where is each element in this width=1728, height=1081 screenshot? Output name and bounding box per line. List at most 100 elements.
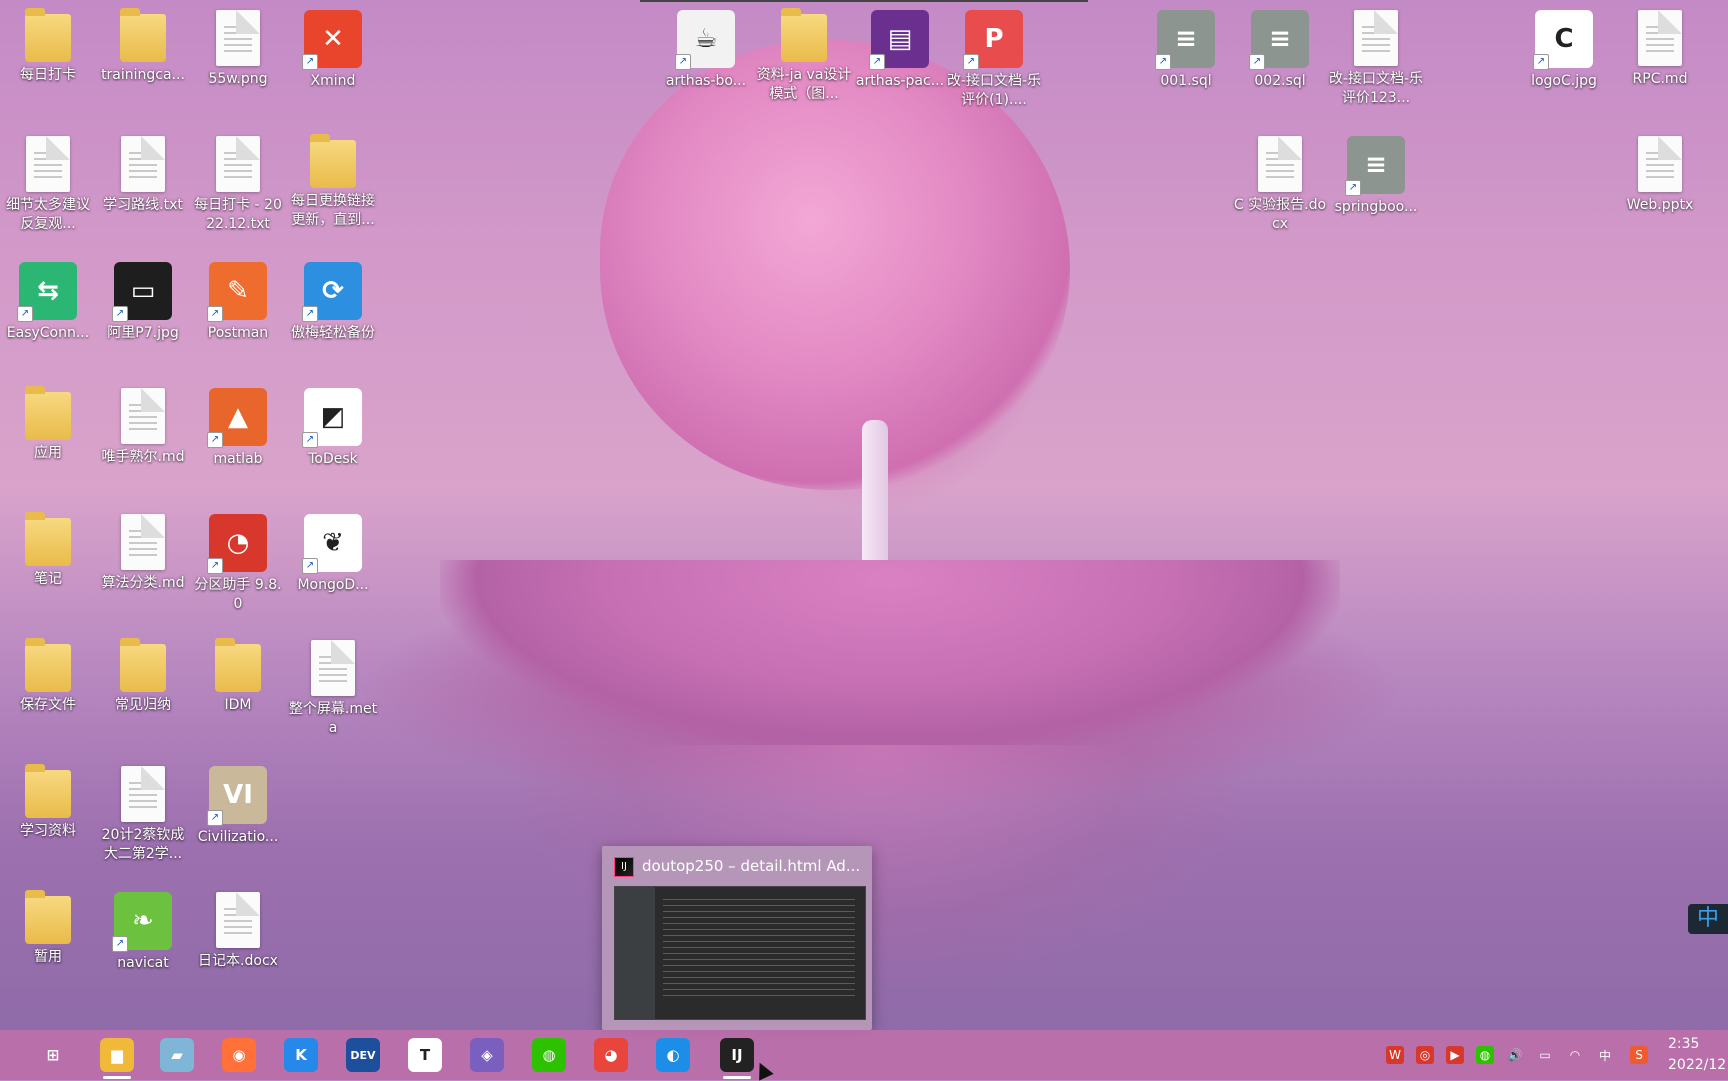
ime-tray-label[interactable]: 中 — [1596, 1046, 1614, 1064]
desktop-icon[interactable]: trainingca... — [95, 0, 191, 85]
desktop-icon[interactable]: 细节太多建议反复观... — [0, 126, 96, 234]
desktop-icon-label: 每日打卡 - 2022.12.txt — [194, 197, 282, 232]
document-icon — [121, 388, 165, 444]
desktop-icon[interactable]: 每日更换链接更新，直到... — [285, 126, 381, 230]
desktop-icon-label: 学习资料 — [20, 823, 76, 839]
desktop-icon[interactable]: ◩ ↗ ToDesk — [285, 378, 381, 469]
desktop-icon[interactable]: C 实验报告.docx — [1232, 126, 1328, 234]
shortcut-arrow-icon: ↗ — [302, 432, 318, 448]
desktop-icon[interactable]: 保存文件 — [0, 630, 96, 715]
desktop-icon[interactable]: IDM — [190, 630, 286, 715]
desktop-icon[interactable]: VI ↗ Civilizatio... — [190, 756, 286, 847]
desktop-icon-label: 笔记 — [34, 571, 62, 587]
preview-thumbnail[interactable] — [614, 886, 866, 1020]
battery-icon[interactable]: ▭ — [1536, 1046, 1554, 1064]
kugou-icon[interactable]: K — [284, 1038, 318, 1072]
desktop-icon[interactable]: 改-接口文档-乐评价123... — [1328, 0, 1424, 108]
desktop-icon[interactable]: 唯手熟尔.md — [95, 378, 191, 467]
desktop-icon[interactable]: 暂用 — [0, 882, 96, 967]
netease-music-tray-icon[interactable]: ◎ — [1416, 1046, 1434, 1064]
sogou-tray-icon[interactable]: S — [1630, 1046, 1648, 1064]
desktop-icon[interactable]: 学习路线.txt — [95, 126, 191, 215]
desktop-icon[interactable]: 常见归纳 — [95, 630, 191, 715]
shortcut-arrow-icon: ↗ — [207, 432, 223, 448]
wechat-tray-icon[interactable]: ◍ — [1476, 1046, 1494, 1064]
desktop-icon[interactable]: ⟳ ↗ 傲梅轻松备份 — [285, 252, 381, 343]
desktop-icon[interactable]: P ↗ 改-接口文档-乐评价(1).... — [946, 0, 1042, 110]
app-icon: C ↗ — [1533, 10, 1593, 70]
desktop-icon-label: 55w.png — [208, 71, 268, 87]
desktop-icon[interactable]: C ↗ logoC.jpg — [1516, 0, 1612, 91]
desktop-icon-label: 分区助手 9.8.0 — [194, 577, 282, 612]
desktop-icon[interactable]: ▭ ↗ 阿里P7.jpg — [95, 252, 191, 343]
desktop-icon[interactable]: ⇆ ↗ EasyConn... — [0, 252, 96, 343]
folder-icon — [25, 386, 71, 440]
wechat-icon[interactable]: ◍ — [532, 1038, 566, 1072]
document-icon — [216, 136, 260, 192]
file-explorer-icon[interactable]: ▆ — [100, 1038, 134, 1072]
desktop-icon[interactable]: ❦ ↗ MongoD... — [285, 504, 381, 595]
firefox-icon[interactable]: ◉ — [222, 1038, 256, 1072]
app-icon: ✎ ↗ — [207, 262, 267, 322]
desktop-icon[interactable]: 学习资料 — [0, 756, 96, 841]
notes-icon[interactable]: ▰ — [160, 1038, 194, 1072]
desktop-icon-label: 保存文件 — [20, 697, 76, 713]
shortcut-arrow-icon: ↗ — [302, 306, 318, 322]
desktop-icon[interactable]: 算法分类.md — [95, 504, 191, 593]
desktop-icon[interactable]: ≡ ↗ springboo... — [1328, 126, 1424, 217]
desktop-icon-label: 002.sql — [1254, 73, 1306, 89]
desktop-icon[interactable]: 整个屏幕.meta — [285, 630, 381, 738]
wifi-icon[interactable]: ◠ — [1566, 1046, 1584, 1064]
folder-icon — [25, 890, 71, 944]
app-icon: ≡ ↗ — [1345, 136, 1405, 196]
document-icon — [311, 640, 355, 696]
taskbar-preview-popup[interactable]: IJ doutop250 – detail.html Ad... — [602, 846, 872, 1030]
desktop-icon[interactable]: 55w.png — [190, 0, 286, 89]
desktop-icon[interactable]: ≡ ↗ 002.sql — [1232, 0, 1328, 91]
task-view-icon[interactable]: ⊞ — [36, 1038, 70, 1072]
clock[interactable]: 2:35 2022/12 — [1668, 1034, 1728, 1076]
desktop-icon-label: 傲梅轻松备份 — [291, 325, 375, 341]
desktop-icon-label: logoC.jpg — [1531, 73, 1597, 89]
ime-floating-badge[interactable]: 中 — [1688, 904, 1728, 934]
desktop-icon[interactable]: ▤ ↗ arthas-pac... — [852, 0, 948, 91]
desktop-icon-label: Civilizatio... — [197, 829, 279, 845]
video-tray-icon[interactable]: ▶ — [1446, 1046, 1464, 1064]
visual-studio-icon[interactable]: ◈ — [470, 1038, 504, 1072]
desktop-icon[interactable]: 日记本.docx — [190, 882, 286, 971]
desktop-icon[interactable]: 20计2蔡钦成大二第2学... — [95, 756, 191, 864]
shortcut-arrow-icon: ↗ — [302, 558, 318, 574]
desktop-icon-label: 算法分类.md — [101, 575, 185, 591]
desktop-icon[interactable]: ▲ ↗ matlab — [190, 378, 286, 469]
desktop-icon[interactable]: 每日打卡 — [0, 0, 96, 85]
app-icon: ◩ ↗ — [302, 388, 362, 448]
folder-icon — [25, 8, 71, 62]
desktop-icon[interactable]: RPC.md — [1612, 0, 1708, 89]
desktop-icon-label: 阿里P7.jpg — [107, 325, 179, 341]
app-icon: P ↗ — [963, 10, 1023, 70]
desktop-icon[interactable]: ≡ ↗ 001.sql — [1138, 0, 1234, 91]
desktop-icon[interactable]: 应用 — [0, 378, 96, 463]
document-lines — [129, 782, 157, 810]
desktop-icon-label: matlab — [213, 451, 263, 467]
desktop-icon[interactable]: ☕ ↗ arthas-bo... — [658, 0, 754, 91]
thumbnail-project-panel — [615, 887, 655, 1019]
desktop-icon[interactable]: 资料-ja va设计模式（图... — [756, 0, 852, 104]
desktop-icon[interactable]: Web.pptx — [1612, 126, 1708, 215]
intellij-idea-icon[interactable]: IJ — [720, 1038, 754, 1072]
document-lines — [224, 26, 252, 54]
desktop-icon[interactable]: ✕ ↗ Xmind — [285, 0, 381, 91]
app-icon: ≡ ↗ — [1249, 10, 1309, 70]
desktop-icon[interactable]: ✎ ↗ Postman — [190, 252, 286, 343]
desktop-icon[interactable]: 每日打卡 - 2022.12.txt — [190, 126, 286, 234]
document-icon — [216, 10, 260, 66]
desktop-icon[interactable]: 笔记 — [0, 504, 96, 589]
desktop-icon[interactable]: ❧ ↗ navicat — [95, 882, 191, 973]
desktop-icon[interactable]: ◔ ↗ 分区助手 9.8.0 — [190, 504, 286, 614]
devcpp-icon[interactable]: DEV — [346, 1038, 380, 1072]
volume-icon[interactable]: 🔊 — [1506, 1046, 1524, 1064]
wps-tray-icon[interactable]: W — [1386, 1046, 1404, 1064]
typora-icon[interactable]: T — [408, 1038, 442, 1072]
chrome-icon[interactable]: ◕ — [594, 1038, 628, 1072]
edge-icon[interactable]: ◐ — [656, 1038, 690, 1072]
